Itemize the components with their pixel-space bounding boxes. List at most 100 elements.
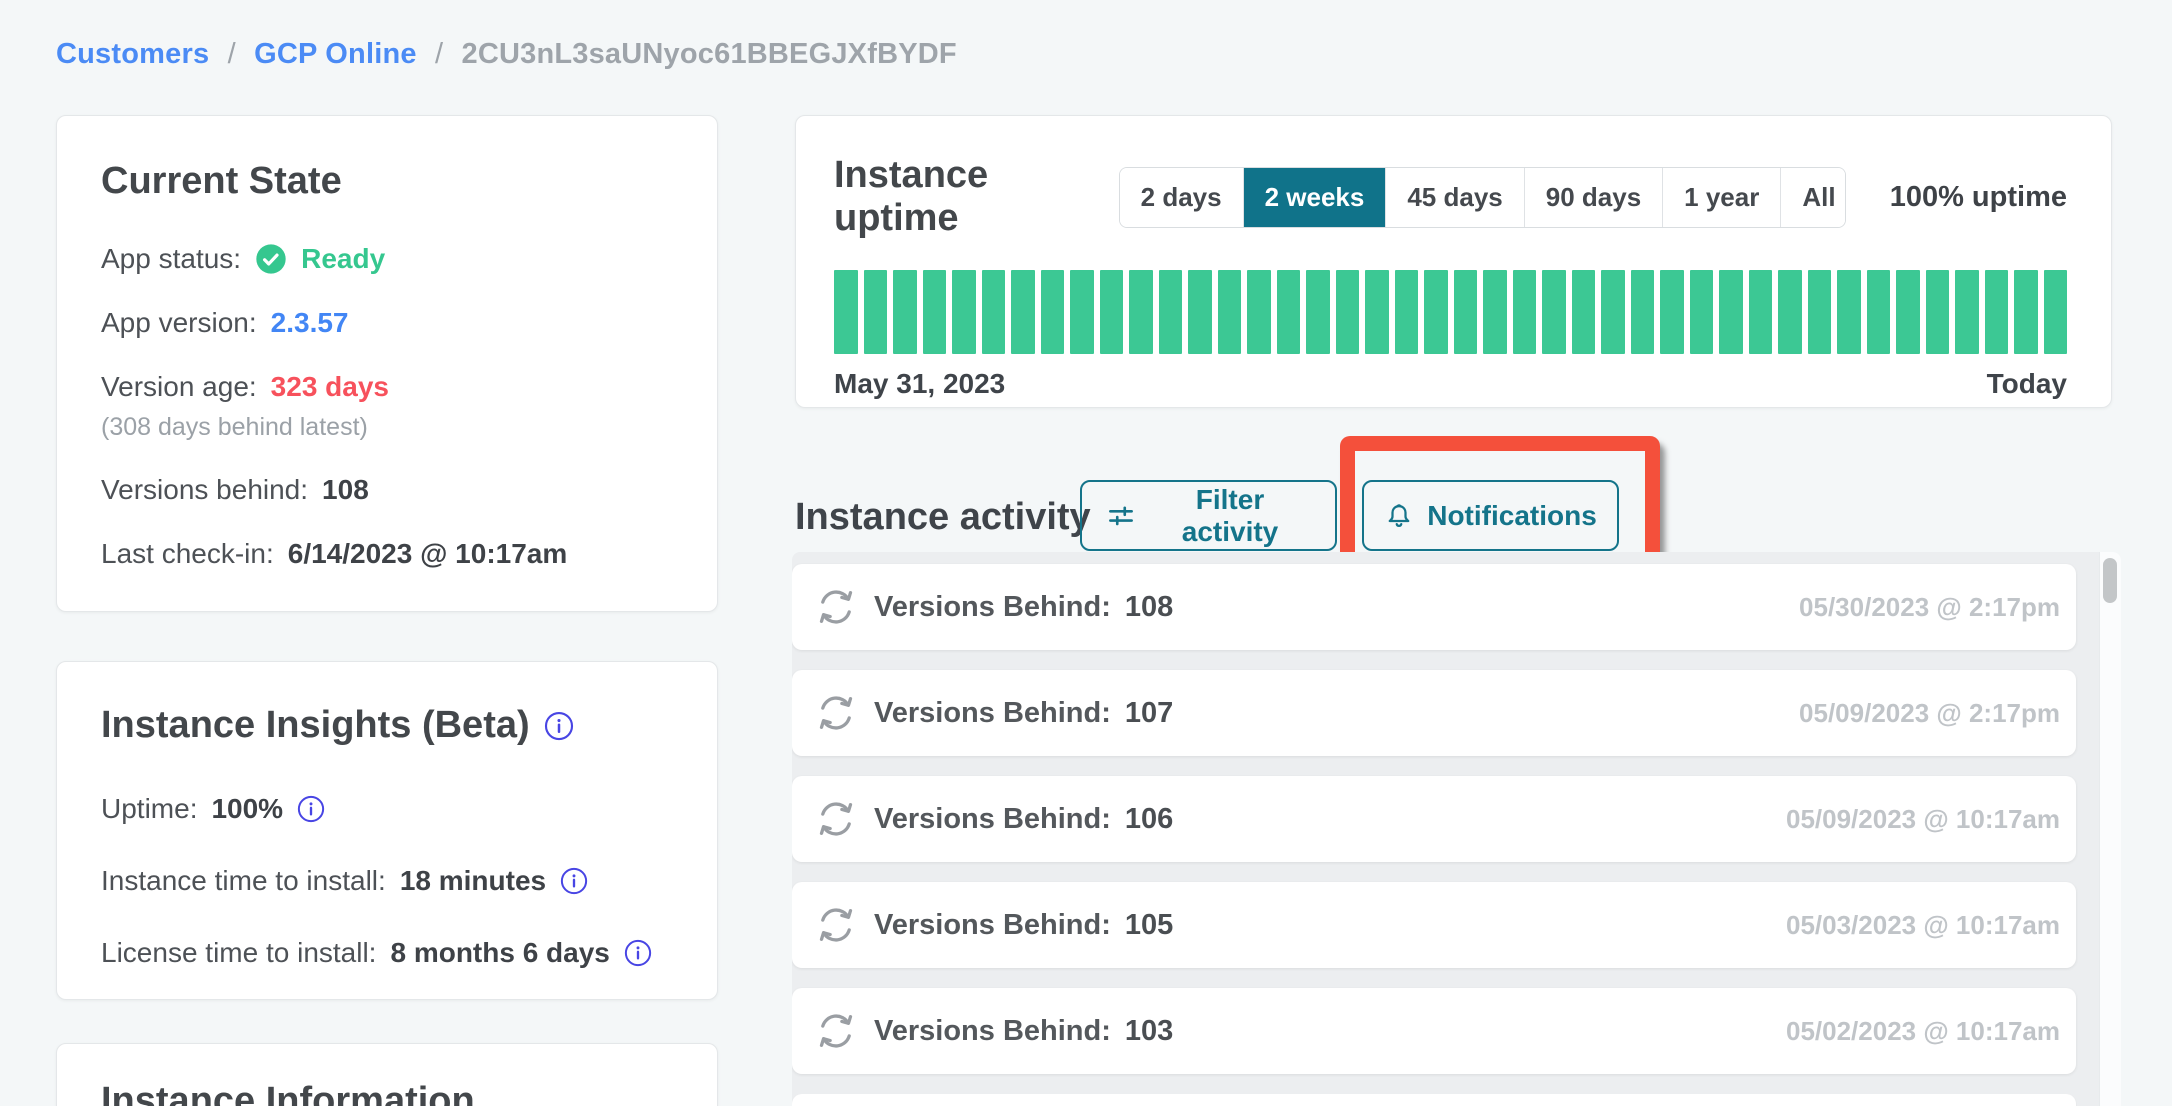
activity-row[interactable]: Versions Behind: 105 05/03/2023 @ 10:17a…: [792, 882, 2076, 968]
app-version-value[interactable]: 2.3.57: [271, 307, 349, 339]
license-install-value: 8 months 6 days: [390, 937, 609, 969]
uptime-bar: [1129, 270, 1153, 354]
activity-rows: Versions Behind: 108 05/30/2023 @ 2:17pm: [792, 564, 2076, 1074]
activity-row-value: 106: [1125, 803, 1173, 836]
uptime-bar: [1454, 270, 1478, 354]
uptime-bar: [1660, 270, 1684, 354]
uptime-bar: [1778, 270, 1802, 354]
uptime-start-label: May 31, 2023: [834, 368, 1005, 400]
uptime-bar: [1572, 270, 1596, 354]
activity-row-label: Versions Behind:: [874, 697, 1111, 730]
current-state-card: Current State App status: Ready App vers…: [56, 115, 718, 612]
uptime-range-tab[interactable]: 90 days: [1525, 168, 1663, 227]
activity-row-partial[interactable]: [792, 1094, 2076, 1106]
uptime-bar: [1690, 270, 1714, 354]
version-age-row: Version age: 323 days: [101, 371, 673, 403]
notifications-button[interactable]: Notifications: [1362, 480, 1619, 551]
uptime-range-tab[interactable]: 2 days: [1120, 168, 1244, 227]
license-install-label: License time to install:: [101, 937, 376, 969]
uptime-bar: [982, 270, 1006, 354]
uptime-bar: [1395, 270, 1419, 354]
activity-row-timestamp: 05/09/2023 @ 10:17am: [1786, 804, 2060, 835]
uptime-bar: [1837, 270, 1861, 354]
activity-row[interactable]: Versions Behind: 103 05/02/2023 @ 10:17a…: [792, 988, 2076, 1074]
activity-row[interactable]: Versions Behind: 107 05/09/2023 @ 2:17pm: [792, 670, 2076, 756]
uptime-bar: [1631, 270, 1655, 354]
instance-insights-title: Instance Insights (Beta): [101, 704, 673, 747]
uptime-bar: [1218, 270, 1242, 354]
uptime-bar: [1188, 270, 1212, 354]
info-icon[interactable]: [297, 795, 325, 823]
uptime-bar: [834, 270, 858, 354]
uptime-bar: [1306, 270, 1330, 354]
uptime-bar: [1247, 270, 1271, 354]
uptime-summary: 100% uptime: [1890, 181, 2067, 214]
activity-row-timestamp: 05/09/2023 @ 2:17pm: [1799, 698, 2060, 729]
breadcrumb-separator: /: [425, 38, 453, 70]
uptime-bar: [1336, 270, 1360, 354]
activity-row-timestamp: 05/03/2023 @ 10:17am: [1786, 910, 2060, 941]
versions-behind-value: 108: [322, 474, 369, 506]
uptime-bar: [1365, 270, 1389, 354]
uptime-range-tab[interactable]: 45 days: [1386, 168, 1524, 227]
uptime-range-tab[interactable]: 2 weeks: [1244, 168, 1387, 227]
app-version-row: App version: 2.3.57: [101, 307, 673, 339]
last-checkin-row: Last check-in: 6/14/2023 @ 10:17am: [101, 538, 673, 570]
current-state-title: Current State: [101, 160, 673, 203]
filter-activity-label: Filter activity: [1149, 484, 1311, 548]
uptime-bar: [1100, 270, 1124, 354]
versions-behind-label: Versions behind:: [101, 474, 308, 506]
breadcrumb-app[interactable]: GCP Online: [254, 38, 417, 70]
activity-row-label: Versions Behind:: [874, 1015, 1111, 1048]
uptime-header: Instance uptime 2 days 2 weeks 45 days: [834, 154, 2067, 240]
uptime-bar: [864, 270, 888, 354]
uptime-range-tab-label: 2 weeks: [1265, 182, 1365, 213]
uptime-bar: [1867, 270, 1891, 354]
breadcrumb-customers[interactable]: Customers: [56, 38, 209, 70]
uptime-range-tab-label: All: [1802, 182, 1835, 213]
bell-icon: [1384, 501, 1414, 531]
uptime-range-tab[interactable]: All: [1781, 168, 1845, 227]
sync-icon: [814, 903, 858, 947]
activity-row-value: 107: [1125, 697, 1173, 730]
sync-icon: [814, 1009, 858, 1053]
activity-row[interactable]: Versions Behind: 108 05/30/2023 @ 2:17pm: [792, 564, 2076, 650]
activity-row-label: Versions Behind:: [874, 909, 1111, 942]
instance-insights-card: Instance Insights (Beta) Uptime: 100% In…: [56, 661, 718, 1000]
activity-row-value: 105: [1125, 909, 1173, 942]
app-status-row: App status: Ready: [101, 243, 673, 275]
uptime-title: Instance uptime: [834, 154, 1119, 240]
uptime-bar: [1483, 270, 1507, 354]
uptime-range-control: 2 days 2 weeks 45 days 90 days: [1119, 167, 1846, 228]
sync-icon: [814, 797, 858, 841]
notifications-label: Notifications: [1427, 500, 1597, 532]
uptime-range-tab[interactable]: 1 year: [1663, 168, 1781, 227]
filter-activity-button[interactable]: Filter activity: [1080, 480, 1337, 551]
uptime-axis: May 31, 2023 Today: [834, 368, 2067, 400]
info-icon[interactable]: [560, 867, 588, 895]
uptime-label: Uptime:: [101, 793, 197, 825]
activity-row[interactable]: Versions Behind: 106 05/09/2023 @ 10:17a…: [792, 776, 2076, 862]
info-icon[interactable]: [624, 939, 652, 967]
uptime-bar: [1955, 270, 1979, 354]
app-status-value: Ready: [301, 243, 385, 275]
instance-activity-list: Versions Behind: 108 05/30/2023 @ 2:17pm: [792, 552, 2121, 1106]
info-icon[interactable]: [544, 711, 574, 741]
versions-behind-row: Versions behind: 108: [101, 474, 673, 506]
sync-icon: [814, 691, 858, 735]
scrollbar-thumb[interactable]: [2103, 558, 2117, 603]
uptime-bar: [1277, 270, 1301, 354]
instance-install-label: Instance time to install:: [101, 865, 386, 897]
uptime-bar: [2044, 270, 2068, 354]
uptime-bar: [1749, 270, 1773, 354]
scrollbar-track[interactable]: [2099, 552, 2121, 1106]
app-version-label: App version:: [101, 307, 257, 339]
activity-row-label: Versions Behind:: [874, 591, 1111, 624]
uptime-bar: [1070, 270, 1094, 354]
activity-row-timestamp: 05/30/2023 @ 2:17pm: [1799, 592, 2060, 623]
instance-install-value: 18 minutes: [400, 865, 546, 897]
last-checkin-value: 6/14/2023 @ 10:17am: [288, 538, 568, 570]
last-checkin-label: Last check-in:: [101, 538, 274, 570]
breadcrumb-separator: /: [218, 38, 246, 70]
app-status-label: App status:: [101, 243, 241, 275]
